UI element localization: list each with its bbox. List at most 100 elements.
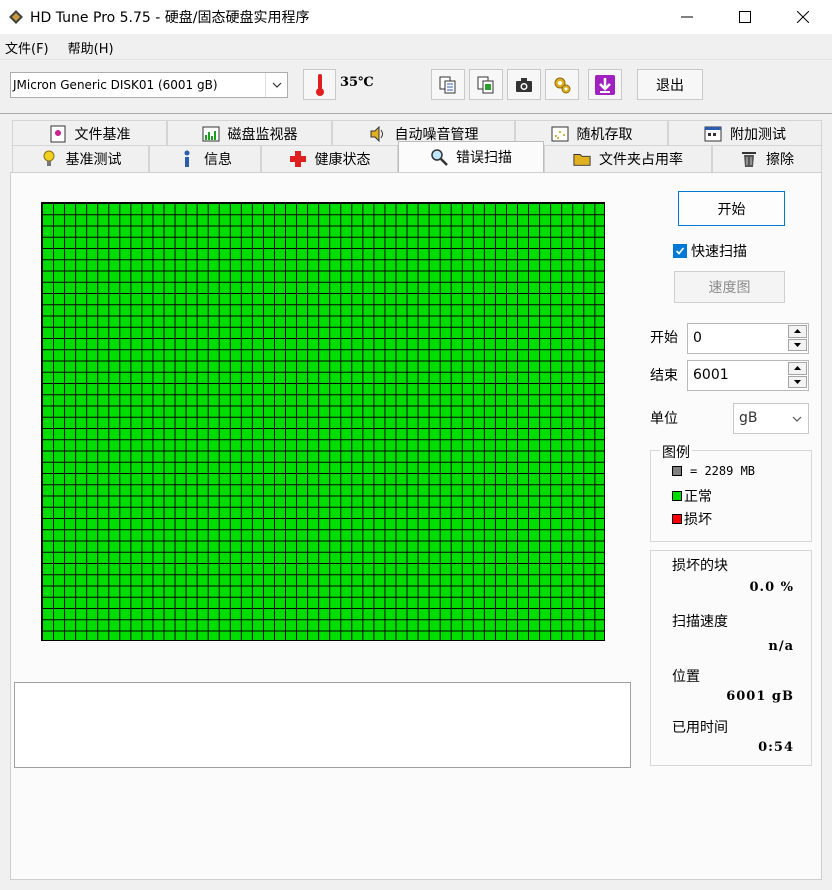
tab-label: 信息 bbox=[204, 152, 232, 168]
scan-block-map bbox=[41, 202, 605, 641]
ok-label: 正常 bbox=[684, 489, 712, 505]
tab-label: 随机存取 bbox=[576, 126, 633, 143]
speed-map-button[interactable]: 速度图 bbox=[674, 271, 785, 303]
ok-swatch bbox=[672, 491, 682, 501]
disk-monitor-icon bbox=[202, 125, 220, 143]
spin-up-icon[interactable] bbox=[788, 362, 807, 375]
toolbar: JMicron Generic DISK01 (6001 gB) 35℃ 退出 bbox=[0, 60, 832, 114]
settings-icon bbox=[554, 77, 571, 93]
exit-button[interactable]: 退出 bbox=[637, 69, 703, 100]
unit-select[interactable]: gB bbox=[733, 403, 809, 434]
minimize-icon bbox=[681, 16, 693, 18]
scan-log-area bbox=[14, 682, 631, 768]
tab-health[interactable]: 健康状态 bbox=[261, 145, 398, 172]
quick-scan-label: 快速扫描 bbox=[691, 244, 747, 260]
legend-bad: 损坏 bbox=[672, 509, 712, 529]
scan-speed-label: 扫描速度 bbox=[672, 614, 728, 630]
tab-disk-monitor[interactable]: 磁盘监视器 bbox=[167, 120, 332, 146]
menu-bar: 文件(F) 帮助(H) bbox=[0, 36, 832, 60]
unit-select-value: gB bbox=[739, 410, 758, 426]
menu-file[interactable]: 文件(F) bbox=[5, 38, 49, 57]
benchmark-icon bbox=[40, 150, 58, 168]
tab-label: 擦除 bbox=[766, 152, 794, 168]
elapsed-time-value: 0:54 bbox=[758, 740, 794, 755]
copy-button[interactable] bbox=[431, 69, 465, 100]
options-button[interactable] bbox=[545, 69, 579, 100]
save-down-icon bbox=[595, 74, 615, 95]
spin-up-icon[interactable] bbox=[788, 325, 807, 338]
random-access-icon bbox=[551, 125, 569, 143]
tab-label: 磁盘监视器 bbox=[227, 126, 298, 143]
chevron-down-icon bbox=[792, 404, 802, 433]
extra-tests-icon bbox=[704, 125, 722, 143]
screenshot-button[interactable] bbox=[507, 69, 541, 100]
legend-title: 图例 bbox=[660, 442, 692, 462]
maximize-button[interactable] bbox=[716, 0, 774, 34]
app-icon bbox=[8, 9, 24, 25]
elapsed-time-label: 已用时间 bbox=[672, 720, 728, 736]
legend-block-size: = 2289 MB bbox=[672, 464, 755, 478]
health-icon bbox=[289, 150, 307, 168]
tab-benchmark[interactable]: 基准测试 bbox=[12, 145, 149, 172]
tab-label: 附加测试 bbox=[730, 126, 786, 143]
tab-file-benchmark[interactable]: 文件基准 bbox=[12, 120, 167, 146]
temperature-value: 35℃ bbox=[340, 75, 374, 90]
end-field-label: 结束 bbox=[650, 368, 678, 384]
bad-label: 损坏 bbox=[684, 512, 712, 528]
title-bar: HD Tune Pro 5.75 - 硬盘/固态硬盘实用程序 bbox=[0, 0, 832, 34]
start-input-value: 0 bbox=[693, 330, 702, 346]
bad-blocks-label: 损坏的块 bbox=[672, 558, 728, 574]
unit-field-label: 单位 bbox=[650, 411, 678, 427]
block-swatch bbox=[672, 466, 682, 476]
minimize-button[interactable] bbox=[658, 0, 716, 34]
tab-info[interactable]: 信息 bbox=[149, 145, 261, 172]
menu-help[interactable]: 帮助(H) bbox=[68, 38, 114, 57]
scan-speed-value: n/a bbox=[768, 639, 794, 654]
tab-label: 基准测试 bbox=[65, 152, 122, 168]
tab-extra-tests[interactable]: 附加测试 bbox=[668, 120, 822, 146]
chevron-down-icon bbox=[265, 73, 287, 97]
tab-label: 错误扫描 bbox=[456, 150, 512, 166]
copy-all-icon bbox=[477, 76, 494, 93]
tab-folder-usage[interactable]: 文件夹占用率 bbox=[544, 145, 712, 172]
error-scan-icon bbox=[430, 148, 448, 166]
copy-all-button[interactable] bbox=[469, 69, 503, 100]
legend-ok: 正常 bbox=[672, 486, 712, 506]
tab-label: 文件基准 bbox=[74, 126, 131, 143]
close-icon bbox=[797, 11, 809, 23]
tab-row-2: 基准测试 信息 健康状态 错误扫描 文件夹占用率 擦除 bbox=[12, 141, 822, 172]
maximize-icon bbox=[739, 11, 751, 23]
drive-select[interactable]: JMicron Generic DISK01 (6001 gB) bbox=[10, 72, 288, 98]
info-icon bbox=[178, 150, 196, 168]
folder-icon bbox=[573, 150, 591, 168]
start-button[interactable]: 开始 bbox=[678, 191, 785, 226]
start-field-label: 开始 bbox=[650, 330, 678, 346]
start-input[interactable]: 0 bbox=[687, 323, 809, 354]
drive-select-value: JMicron Generic DISK01 (6001 gB) bbox=[13, 78, 218, 92]
window-title: HD Tune Pro 5.75 - 硬盘/固态硬盘实用程序 bbox=[30, 10, 310, 26]
end-input[interactable]: 6001 bbox=[687, 360, 809, 391]
bad-swatch bbox=[672, 514, 682, 524]
quick-scan-checkbox[interactable]: 快速扫描 bbox=[673, 241, 747, 261]
checkbox-checked-icon bbox=[673, 244, 687, 258]
temperature-button[interactable] bbox=[303, 69, 336, 100]
position-label: 位置 bbox=[672, 669, 700, 685]
erase-icon bbox=[740, 150, 758, 168]
block-size-label: = 2289 MB bbox=[690, 464, 756, 478]
tab-error-scan[interactable]: 错误扫描 bbox=[398, 141, 544, 172]
bad-blocks-value: 0.0 % bbox=[749, 580, 794, 595]
end-input-value: 6001 bbox=[693, 367, 729, 383]
save-button[interactable] bbox=[588, 69, 622, 100]
position-value: 6001 gB bbox=[726, 689, 794, 704]
spin-down-icon[interactable] bbox=[788, 338, 807, 351]
speaker-icon bbox=[369, 125, 387, 143]
camera-icon bbox=[516, 77, 532, 92]
tab-label: 文件夹占用率 bbox=[599, 152, 683, 168]
end-spinner[interactable] bbox=[788, 362, 807, 389]
close-button[interactable] bbox=[774, 0, 832, 34]
file-benchmark-icon bbox=[49, 125, 67, 143]
tab-erase[interactable]: 擦除 bbox=[712, 145, 822, 172]
start-spinner[interactable] bbox=[788, 325, 807, 352]
tab-label: 健康状态 bbox=[314, 152, 371, 168]
spin-down-icon[interactable] bbox=[788, 375, 807, 388]
